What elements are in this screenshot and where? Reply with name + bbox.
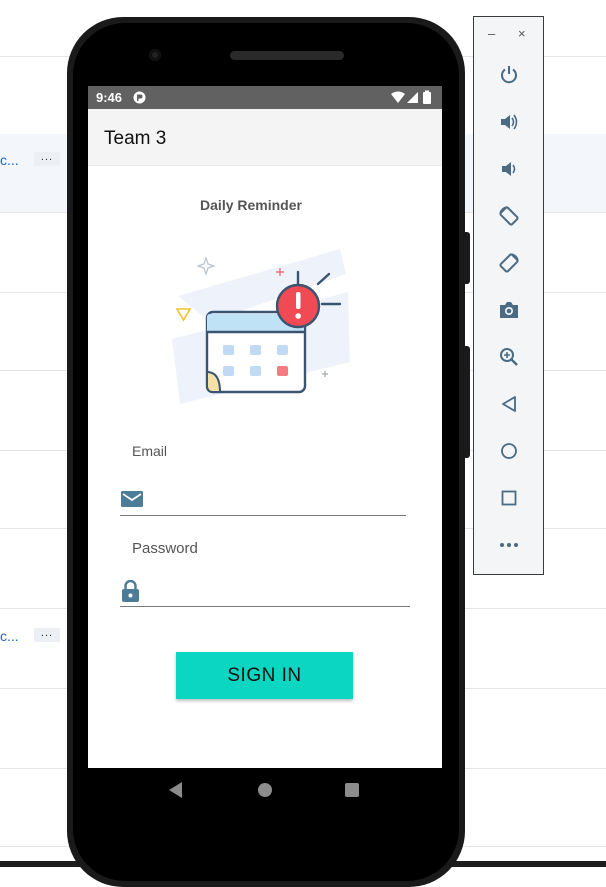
- volume-side-button[interactable]: [465, 232, 470, 284]
- status-bar: 9:46: [88, 86, 442, 109]
- overview-icon: [501, 490, 517, 506]
- close-button[interactable]: ×: [518, 26, 526, 41]
- overview-button[interactable]: [496, 485, 522, 511]
- status-time: 9:46: [96, 90, 123, 105]
- zoom-icon: [500, 348, 518, 366]
- back-button[interactable]: [496, 391, 522, 417]
- volume-down-icon: [502, 162, 516, 176]
- password-label: Password: [132, 540, 198, 557]
- more-options-button[interactable]: [496, 532, 522, 558]
- back-icon: [502, 396, 516, 412]
- volume-up-button[interactable]: [496, 109, 522, 135]
- signal-icon: [407, 92, 418, 103]
- sign-in-button[interactable]: SIGN IN: [176, 652, 353, 699]
- more-icon: [500, 543, 518, 547]
- zoom-button[interactable]: [496, 344, 522, 370]
- email-underline: [120, 515, 406, 516]
- emulator-toolbar: – ×: [473, 16, 544, 575]
- device-screen: 9:46 Team 3 Daily Reminder Email Passwor…: [88, 86, 442, 768]
- front-camera-icon: [149, 49, 161, 61]
- rotate-right-icon: [499, 253, 519, 273]
- more-button[interactable]: ...: [34, 152, 60, 166]
- password-field[interactable]: [148, 580, 408, 606]
- app-bar: Team 3: [88, 109, 442, 166]
- mail-icon: [121, 491, 143, 507]
- minimize-button[interactable]: –: [488, 26, 495, 41]
- email-field[interactable]: [148, 488, 408, 514]
- rotate-left-icon: [499, 206, 519, 226]
- home-button[interactable]: [496, 438, 522, 464]
- earpiece-speaker: [230, 51, 344, 60]
- notification-icon: [133, 91, 146, 104]
- camera-icon: [500, 302, 518, 318]
- power-button[interactable]: [496, 62, 522, 88]
- rotate-left-button[interactable]: [496, 203, 522, 229]
- wifi-icon: [391, 91, 405, 103]
- screenshot-button[interactable]: [496, 297, 522, 323]
- app-title: Team 3: [104, 128, 167, 149]
- power-side-button[interactable]: [465, 346, 470, 458]
- volume-up-icon: [501, 114, 518, 130]
- nav-back-icon[interactable]: [169, 782, 183, 798]
- home-icon: [501, 443, 517, 459]
- volume-down-button[interactable]: [496, 156, 522, 182]
- battery-icon: [423, 92, 431, 104]
- lock-icon: [122, 580, 139, 602]
- nav-recents-icon[interactable]: [345, 783, 359, 797]
- list-item-link[interactable]: c...: [0, 628, 19, 644]
- more-button[interactable]: ...: [34, 628, 60, 642]
- list-item-link[interactable]: c...: [0, 152, 19, 168]
- nav-home-icon[interactable]: [258, 783, 272, 797]
- calendar-alert-illustration: [172, 249, 350, 404]
- page-heading: Daily Reminder: [200, 197, 302, 213]
- rotate-right-button[interactable]: [496, 250, 522, 276]
- password-underline: [120, 606, 410, 607]
- email-label: Email: [132, 443, 168, 459]
- power-icon: [501, 66, 517, 84]
- status-icons: [391, 90, 431, 104]
